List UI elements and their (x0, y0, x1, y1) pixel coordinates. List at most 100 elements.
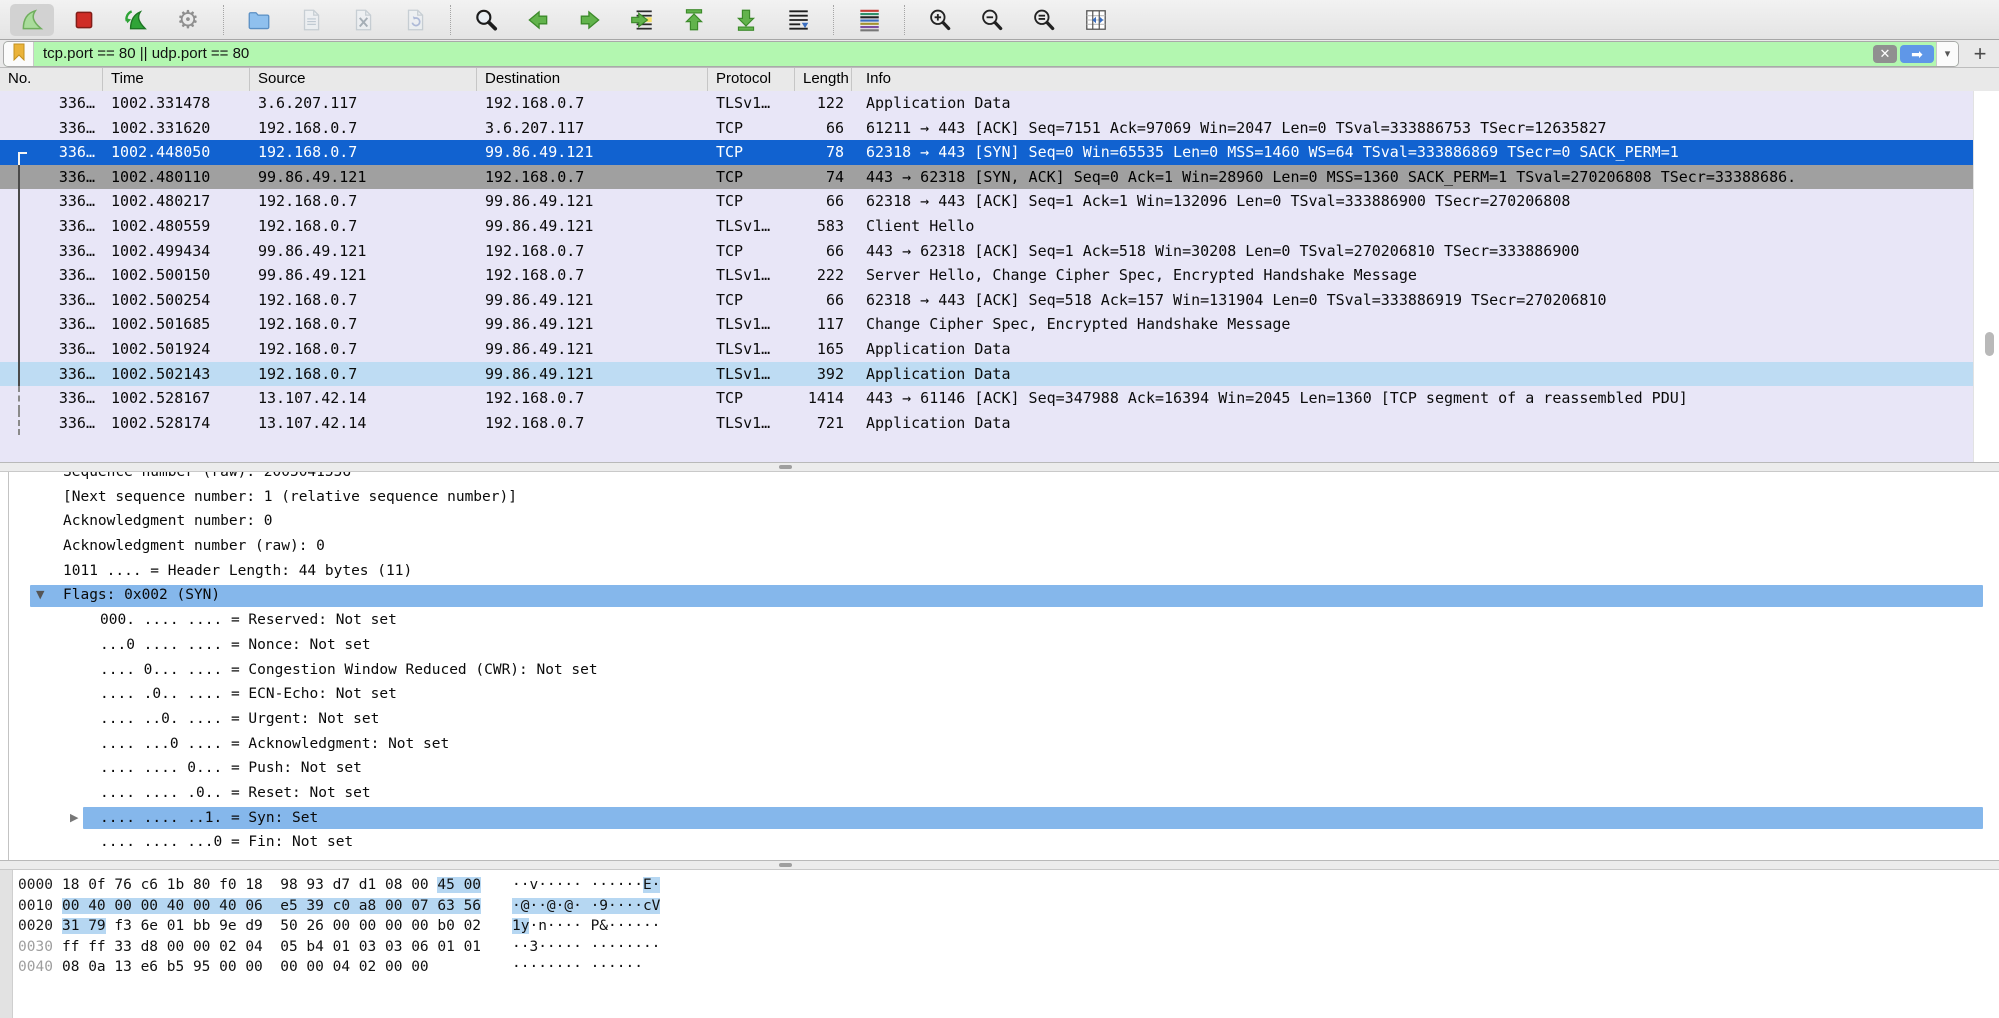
packet-destination: 192.168.0.7 (477, 386, 708, 411)
capture-restart-button[interactable] (114, 4, 158, 36)
packet-no: 336… (0, 386, 103, 411)
go-last-packet-button[interactable] (724, 4, 768, 36)
hex-bytes[interactable]: 31 79 f3 6e 01 bb 9e d9 50 26 00 00 00 0… (62, 916, 481, 937)
packet-row[interactable]: 336…1002.501685192.168.0.799.86.49.121TL… (0, 312, 1999, 337)
column-header-no[interactable]: No. (0, 68, 103, 91)
ascii-bytes[interactable]: ··3····· ········ (512, 937, 660, 958)
ascii-bytes[interactable]: 1y·n···· P&······ (512, 916, 660, 937)
detail-line[interactable]: .... ...0 .... = Acknowledgment: Not set (0, 732, 1999, 757)
detail-line[interactable]: .... 0... .... = Congestion Window Reduc… (0, 658, 1999, 683)
splitter-grip-icon (779, 465, 792, 469)
detail-line[interactable]: .... .... ...0 = Fin: Not set (0, 830, 1999, 855)
packet-row[interactable]: 336…1002.501924192.168.0.799.86.49.121TL… (0, 337, 1999, 362)
column-header-protocol[interactable]: Protocol (708, 68, 795, 91)
detail-line[interactable]: ▼Flags: 0x002 (SYN) (0, 583, 1999, 608)
packet-row[interactable]: 336…1002.52816713.107.42.14192.168.0.7TC… (0, 386, 1999, 411)
resize-columns-button[interactable] (1074, 4, 1118, 36)
detail-line[interactable]: Sequence number (raw): 2005041556 (0, 472, 1999, 485)
packet-source: 192.168.0.7 (250, 140, 477, 165)
hex-row[interactable]: 0030ff ff 33 d8 00 00 02 04 05 b4 01 03 … (0, 937, 1999, 958)
colorize-packets-icon (856, 7, 882, 33)
zoom-out-button[interactable] (970, 4, 1014, 36)
packet-row[interactable]: 336…1002.502143192.168.0.799.86.49.121TL… (0, 362, 1999, 387)
packet-time: 1002.480217 (103, 189, 250, 214)
detail-line[interactable]: 000. .... .... = Reserved: Not set (0, 608, 1999, 633)
detail-text: .... .... .0.. = Reset: Not set (100, 785, 371, 801)
open-file-button[interactable] (237, 4, 281, 36)
go-next-packet-button[interactable] (568, 4, 612, 36)
hex-row[interactable]: 000018 0f 76 c6 1b 80 f0 18 98 93 d7 d1 … (0, 875, 1999, 896)
go-previous-packet-button[interactable] (516, 4, 560, 36)
detail-line[interactable]: ...0 .... .... = Nonce: Not set (0, 633, 1999, 658)
capture-start-icon (19, 7, 45, 33)
hex-row[interactable]: 004008 0a 13 e6 b5 95 00 00 00 00 04 02 … (0, 957, 1999, 978)
expander-open-icon[interactable]: ▼ (36, 583, 44, 608)
packet-source: 99.86.49.121 (250, 263, 477, 288)
filter-bookmark-button[interactable] (4, 42, 34, 66)
find-packet-button[interactable] (464, 4, 508, 36)
filter-dropdown-button[interactable]: ▾ (1936, 42, 1958, 66)
packet-row[interactable]: 336…1002.480559192.168.0.799.86.49.121TL… (0, 214, 1999, 239)
packet-destination: 99.86.49.121 (477, 312, 708, 337)
colorize-packets-button[interactable] (847, 4, 891, 36)
hex-bytes[interactable]: 00 40 00 00 40 00 40 06 e5 39 c0 a8 00 0… (62, 896, 481, 917)
hex-row[interactable]: 002031 79 f3 6e 01 bb 9e d9 50 26 00 00 … (0, 916, 1999, 937)
packet-row[interactable]: 336…1002.331620192.168.0.73.6.207.117TCP… (0, 116, 1999, 141)
filter-clear-button[interactable]: ✕ (1873, 45, 1897, 63)
capture-options-button[interactable]: ⚙ (166, 4, 210, 36)
detail-line[interactable]: .... .0.. .... = ECN-Echo: Not set (0, 682, 1999, 707)
display-filter-field[interactable]: tcp.port == 80 || udp.port == 80 ✕ ➡ ▾ (3, 41, 1959, 67)
column-header-info[interactable]: Info (852, 68, 1999, 91)
packet-row[interactable]: 336…1002.49943499.86.49.121192.168.0.7TC… (0, 239, 1999, 264)
detail-line[interactable]: ▶.... .... ..1. = Syn: Set (0, 806, 1999, 831)
zoom-in-button[interactable] (918, 4, 962, 36)
detail-line[interactable]: .... .... .0.. = Reset: Not set (0, 781, 1999, 806)
hex-row[interactable]: 001000 40 00 00 40 00 40 06 e5 39 c0 a8 … (0, 896, 1999, 917)
packet-length: 66 (795, 239, 852, 264)
zoom-100-button[interactable] (1022, 4, 1066, 36)
packet-row[interactable]: 336…1002.50015099.86.49.121192.168.0.7TL… (0, 263, 1999, 288)
column-header-source[interactable]: Source (250, 68, 477, 91)
ascii-bytes[interactable]: ··v····· ······E· (512, 875, 660, 896)
column-header-destination[interactable]: Destination (477, 68, 708, 91)
capture-stop-button[interactable] (62, 4, 106, 36)
packet-row[interactable]: 336…1002.500254192.168.0.799.86.49.121TC… (0, 288, 1999, 313)
detail-line[interactable]: [Next sequence number: 1 (relative seque… (0, 485, 1999, 510)
packet-row[interactable]: 336…1002.448050192.168.0.799.86.49.121TC… (0, 140, 1999, 165)
detail-line[interactable]: 1011 .... = Header Length: 44 bytes (11) (0, 559, 1999, 584)
column-header-length[interactable]: Length (795, 68, 852, 91)
packet-list-scrollbar-thumb[interactable] (1985, 332, 1994, 356)
packet-destination: 3.6.207.117 (477, 116, 708, 141)
ascii-bytes[interactable]: ·@··@·@· ·9····cV (512, 896, 660, 917)
auto-scroll-button[interactable] (776, 4, 820, 36)
detail-line[interactable]: Acknowledgment number: 0 (0, 509, 1999, 534)
detail-line[interactable]: .... .... 0... = Push: Not set (0, 756, 1999, 781)
packet-protocol: TLSv1… (708, 214, 795, 239)
expander-closed-icon[interactable]: ▶ (70, 806, 78, 831)
hex-bytes[interactable]: ff ff 33 d8 00 00 02 04 05 b4 01 03 03 0… (62, 937, 481, 958)
packet-row[interactable]: 336…1002.480217192.168.0.799.86.49.121TC… (0, 189, 1999, 214)
packet-row[interactable]: 336…1002.52817413.107.42.14192.168.0.7TL… (0, 411, 1999, 436)
packet-row[interactable]: 336…1002.48011099.86.49.121192.168.0.7TC… (0, 165, 1999, 190)
hex-bytes[interactable]: 08 0a 13 e6 b5 95 00 00 00 00 04 02 00 0… (62, 957, 429, 978)
go-first-packet-button[interactable] (672, 4, 716, 36)
detail-line[interactable]: .... ..0. .... = Urgent: Not set (0, 707, 1999, 732)
packet-no: 336… (0, 189, 103, 214)
filter-add-button[interactable]: + (1967, 43, 1993, 65)
filter-apply-button[interactable]: ➡ (1900, 45, 1934, 63)
toolbar-separator (450, 5, 451, 35)
packet-length: 66 (795, 288, 852, 313)
go-to-packet-button[interactable] (620, 4, 664, 36)
detail-line[interactable]: Acknowledgment number (raw): 0 (0, 534, 1999, 559)
capture-start-button[interactable] (10, 4, 54, 36)
list-details-splitter[interactable] (0, 462, 1999, 472)
detail-text: ...0 .... .... = Nonce: Not set (100, 637, 371, 653)
packet-row[interactable]: 336…1002.3314783.6.207.117192.168.0.7TLS… (0, 91, 1999, 116)
packet-length: 78 (795, 140, 852, 165)
details-bytes-splitter[interactable] (0, 860, 1999, 870)
ascii-bytes[interactable]: ········ ······ (512, 957, 643, 978)
hex-bytes[interactable]: 18 0f 76 c6 1b 80 f0 18 98 93 d7 d1 08 0… (62, 875, 481, 896)
filter-input[interactable]: tcp.port == 80 || udp.port == 80 (34, 45, 1873, 62)
column-header-time[interactable]: Time (103, 68, 250, 91)
packet-length: 66 (795, 116, 852, 141)
